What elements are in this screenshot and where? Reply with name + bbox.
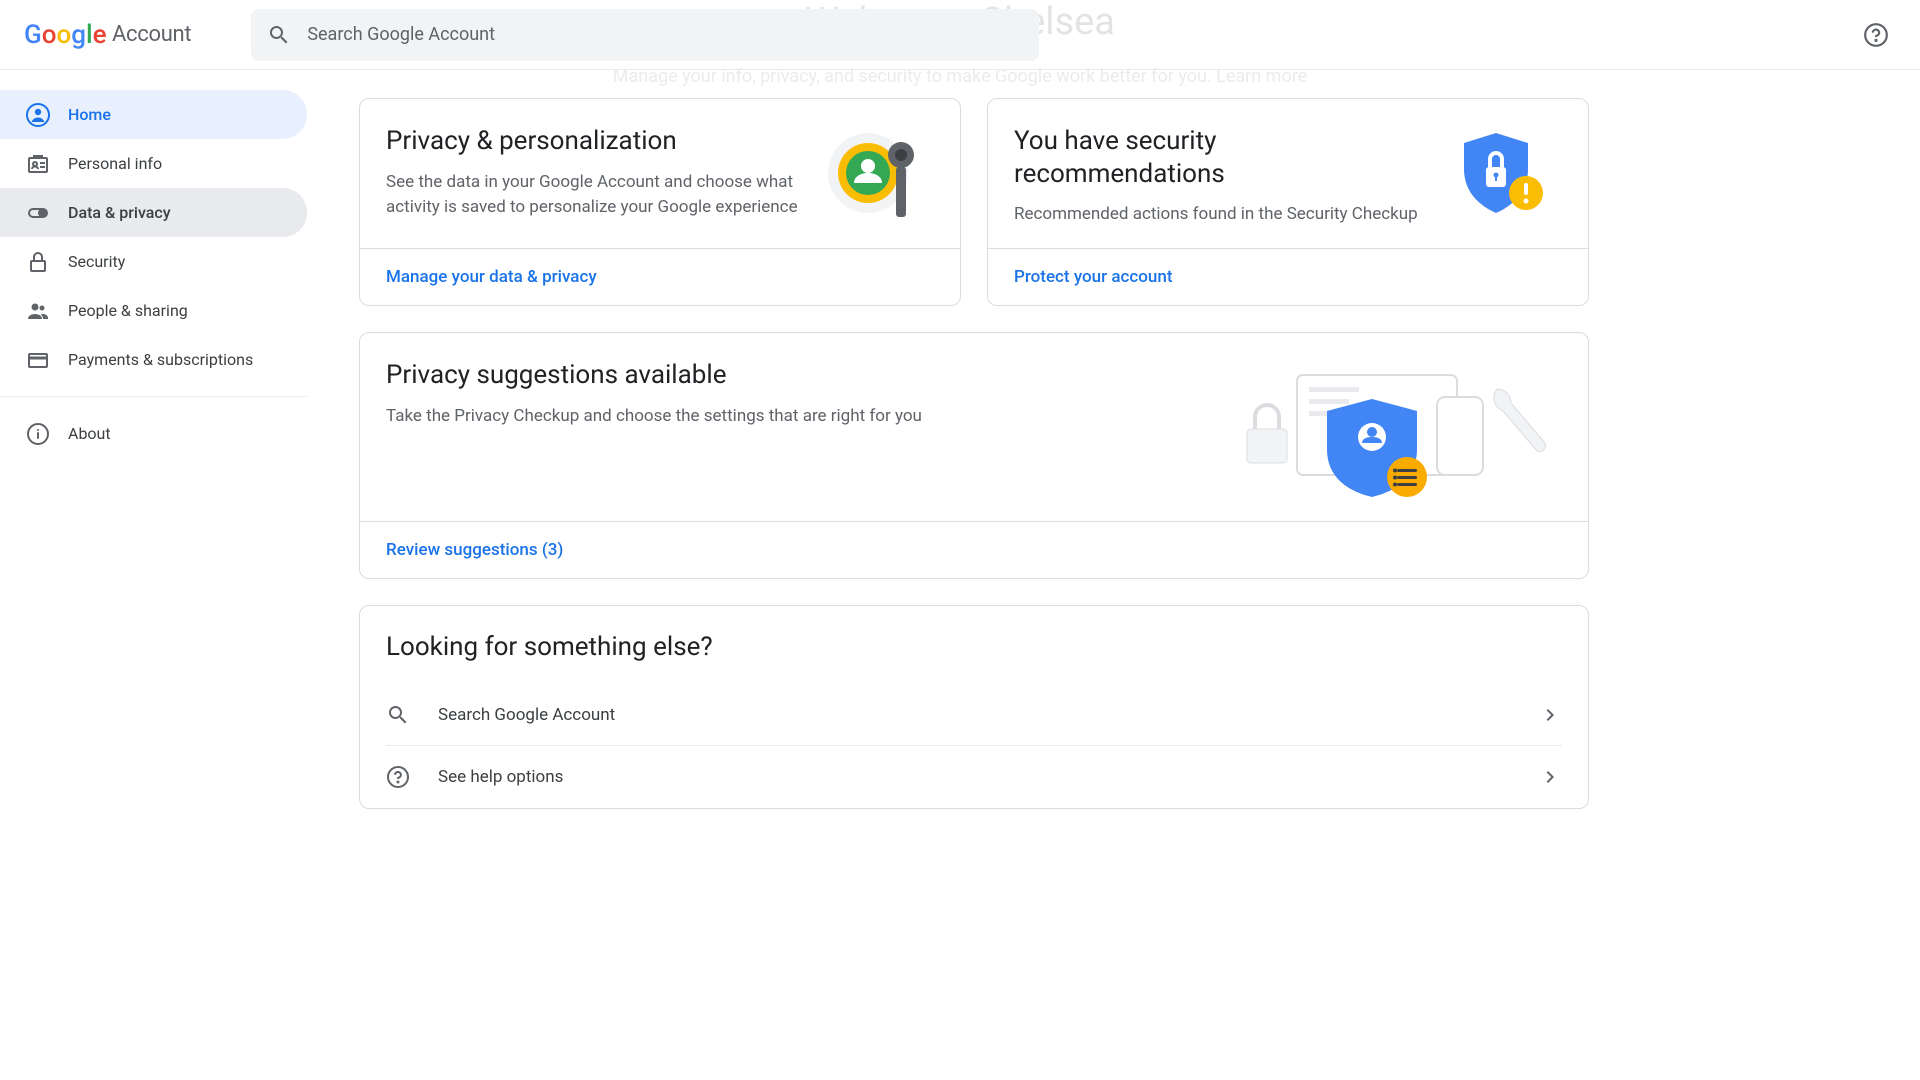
sidebar-item-label: Personal info (68, 154, 162, 173)
card-description: See the data in your Google Account and … (386, 170, 802, 221)
sidebar-item-label: Data & privacy (68, 203, 171, 222)
sidebar-item-security[interactable]: Security (0, 237, 307, 286)
card-description: Recommended actions found in the Securit… (1014, 202, 1430, 228)
help-icon (386, 765, 410, 789)
info-icon (26, 422, 50, 446)
sidebar-item-label: People & sharing (68, 301, 188, 320)
card-title: Privacy suggestions available (386, 359, 1202, 392)
google-account-logo[interactable]: Google Account (24, 21, 191, 49)
sidebar-item-personal-info[interactable]: Personal info (0, 139, 307, 188)
manage-data-privacy-link[interactable]: Manage your data & privacy (386, 267, 597, 287)
main-content: Privacy & personalization See the data i… (307, 70, 1641, 809)
sidebar-item-label: Security (68, 252, 125, 271)
privacy-suggestions-illustration (1222, 359, 1562, 499)
search-icon (386, 703, 410, 727)
looking-for-title: Looking for something else? (386, 632, 1562, 662)
sidebar-item-people-sharing[interactable]: People & sharing (0, 286, 307, 335)
option-label: See help options (438, 767, 1510, 787)
sidebar-item-label: Payments & subscriptions (68, 350, 253, 369)
sidebar-item-home[interactable]: Home (0, 90, 307, 139)
sidebar-divider (0, 396, 307, 397)
sidebar-item-label: About (68, 424, 111, 443)
looking-for-card: Looking for something else? Search Googl… (359, 605, 1589, 809)
svg-text:Google: Google (24, 21, 106, 49)
privacy-personalization-card: Privacy & personalization See the data i… (359, 98, 961, 306)
review-suggestions-link[interactable]: Review suggestions (3) (386, 540, 563, 560)
help-icon (1863, 22, 1889, 48)
privacy-suggestions-card: Privacy suggestions available Take the P… (359, 332, 1589, 579)
sidebar-item-payments[interactable]: Payments & subscriptions (0, 335, 307, 384)
search-bar[interactable] (251, 9, 1039, 61)
option-label: Search Google Account (438, 705, 1510, 725)
card-title: Privacy & personalization (386, 125, 802, 158)
people-icon (26, 299, 50, 323)
credit-card-icon (26, 348, 50, 372)
logo-suffix-text: Account (112, 22, 191, 47)
security-recommendations-card: You have security recommendations Recomm… (987, 98, 1589, 306)
chevron-right-icon (1538, 703, 1562, 727)
chevron-right-icon (1538, 765, 1562, 789)
home-avatar-icon (26, 103, 50, 127)
help-options-option[interactable]: See help options (386, 746, 1562, 808)
sidebar-item-about[interactable]: About (0, 409, 307, 458)
security-shield-illustration (1442, 125, 1562, 230)
search-account-option[interactable]: Search Google Account (386, 684, 1562, 746)
lock-icon (26, 250, 50, 274)
protect-account-link[interactable]: Protect your account (1014, 267, 1173, 287)
sidebar-item-label: Home (68, 105, 111, 124)
google-logo-icon: Google (24, 21, 106, 49)
privacy-illustration (814, 125, 934, 230)
search-icon (267, 23, 291, 47)
sidebar-nav: Home Personal info Data & privacy Securi… (0, 70, 307, 809)
card-description: Take the Privacy Checkup and choose the … (386, 404, 1202, 430)
search-input[interactable] (307, 24, 1023, 45)
id-card-icon (26, 152, 50, 176)
card-title: You have security recommendations (1014, 125, 1430, 190)
toggle-icon (26, 201, 50, 225)
help-button[interactable] (1856, 15, 1896, 55)
app-header: Google Account (0, 0, 1920, 70)
sidebar-item-data-privacy[interactable]: Data & privacy (0, 188, 307, 237)
